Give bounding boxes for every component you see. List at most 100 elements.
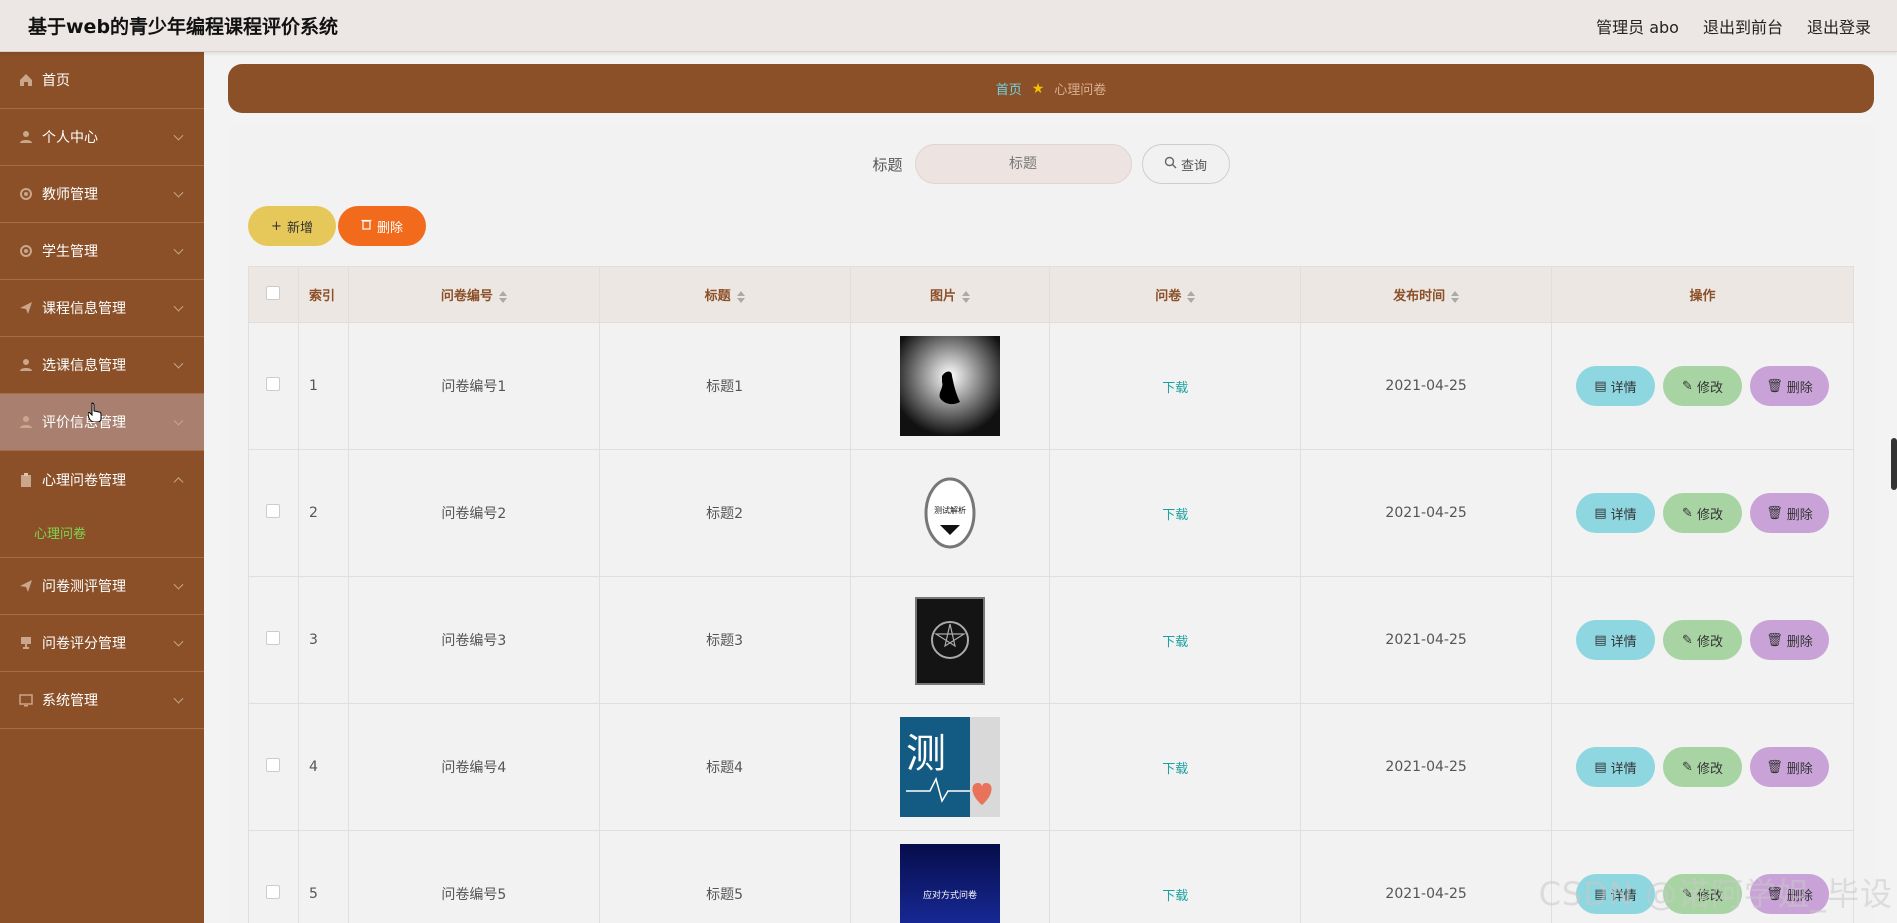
detail-label: 详情 bbox=[1610, 888, 1637, 904]
pencil-icon: ✎ bbox=[1682, 759, 1693, 775]
survey-image[interactable]: 测 bbox=[899, 717, 1000, 817]
col-image[interactable]: 图片 bbox=[849, 266, 1051, 323]
delete-button[interactable]: 🗑 删除 bbox=[1750, 747, 1829, 787]
sidebar-item-psych-survey[interactable]: 心理问卷管理 bbox=[0, 451, 204, 508]
pencil-icon: ✎ bbox=[1682, 378, 1693, 394]
row-checkbox[interactable] bbox=[266, 631, 281, 645]
search-icon bbox=[1164, 156, 1177, 173]
sidebar-item-home[interactable]: 首页 bbox=[0, 52, 204, 109]
sidebar-subitem-psych-survey[interactable]: 心理问卷 bbox=[0, 508, 204, 558]
user-icon bbox=[18, 129, 34, 145]
col-title[interactable]: 标题 bbox=[598, 266, 851, 323]
row-title: 标题2 bbox=[598, 449, 851, 577]
detail-button[interactable]: ▤ 详情 bbox=[1576, 747, 1655, 787]
edit-button[interactable]: ✎ 修改 bbox=[1663, 366, 1742, 406]
edit-button[interactable]: ✎ 修改 bbox=[1663, 874, 1742, 914]
sidebar-item-system[interactable]: 系统管理 bbox=[0, 672, 204, 729]
col-index: 索引 bbox=[297, 266, 349, 323]
chevron-down-icon bbox=[173, 301, 184, 312]
sidebar-item-survey-eval[interactable]: 问卷测评管理 bbox=[0, 558, 204, 615]
detail-button[interactable]: ▤ 详情 bbox=[1576, 620, 1655, 660]
chevron-down-icon bbox=[173, 636, 184, 647]
survey-image[interactable]: 应对方式问卷 bbox=[899, 844, 1000, 923]
detail-button[interactable]: ▤ 详情 bbox=[1576, 366, 1655, 406]
row-checkbox[interactable] bbox=[266, 504, 281, 518]
doc-icon: ▤ bbox=[1594, 378, 1607, 394]
row-title: 标题3 bbox=[598, 576, 851, 704]
sidebar-item-evaluations[interactable]: 评价信息管理 bbox=[0, 394, 204, 451]
sort-icon bbox=[961, 290, 970, 303]
add-button[interactable]: + 新增 bbox=[248, 206, 336, 246]
row-checkbox[interactable] bbox=[266, 377, 281, 391]
edit-button[interactable]: ✎ 修改 bbox=[1663, 493, 1742, 533]
sidebar-item-label: 选课信息管理 bbox=[42, 358, 126, 374]
sort-icon bbox=[498, 290, 507, 303]
sidebar-item-survey-score[interactable]: 问卷评分管理 bbox=[0, 615, 204, 672]
scrollbar-thumb[interactable] bbox=[1891, 438, 1897, 490]
logout-link[interactable]: 退出登录 bbox=[1807, 14, 1871, 38]
sidebar-item-enrollment[interactable]: 选课信息管理 bbox=[0, 337, 204, 394]
gear-icon bbox=[18, 243, 34, 259]
row-ops: ▤ 详情 ✎ 修改 🗑 删除 bbox=[1551, 703, 1854, 831]
search-input[interactable] bbox=[914, 144, 1132, 184]
image-caption: 测试解析 bbox=[933, 506, 966, 515]
row-checkbox[interactable] bbox=[266, 758, 281, 772]
detail-label: 详情 bbox=[1610, 761, 1637, 777]
chevron-down-icon bbox=[173, 579, 184, 590]
trash-icon: 🗑 bbox=[1766, 505, 1783, 521]
sidebar-item-label: 首页 bbox=[42, 73, 70, 89]
front-link[interactable]: 退出到前台 bbox=[1703, 14, 1783, 38]
download-link[interactable]: 下载 bbox=[1162, 635, 1188, 650]
search-button[interactable]: 查询 bbox=[1141, 144, 1230, 184]
col-survey[interactable]: 问卷 bbox=[1049, 266, 1302, 323]
survey-image[interactable] bbox=[899, 336, 1000, 436]
download-link[interactable]: 下载 bbox=[1162, 508, 1188, 523]
sidebar-item-students[interactable]: 学生管理 bbox=[0, 223, 204, 280]
detail-label: 详情 bbox=[1610, 380, 1637, 396]
edit-button[interactable]: ✎ 修改 bbox=[1663, 620, 1742, 660]
delete-button[interactable]: 🗑 删除 bbox=[1750, 874, 1829, 914]
col-time[interactable]: 发布时间 bbox=[1300, 266, 1552, 323]
app-title: 基于web的青少年编程课程评价系统 bbox=[28, 16, 339, 38]
edit-label: 修改 bbox=[1696, 380, 1723, 396]
delete-button[interactable]: 🗑 删除 bbox=[1750, 366, 1829, 406]
col-title-label: 标题 bbox=[704, 289, 731, 304]
detail-button[interactable]: ▤ 详情 bbox=[1576, 874, 1655, 914]
current-user[interactable]: 管理员 abo bbox=[1596, 14, 1679, 38]
col-code-label: 问卷编号 bbox=[440, 289, 493, 304]
bulk-delete-button[interactable]: 删除 bbox=[338, 206, 426, 246]
star-icon: ★ bbox=[1031, 80, 1045, 97]
row-ops: ▤ 详情 ✎ 修改 🗑 删除 bbox=[1551, 449, 1854, 577]
table-row: 2 问卷编号2 标题2 测试解析 下载 2021-04-25 ▤ 详情 ✎ 修改 🗑… bbox=[248, 449, 1854, 577]
row-code: 问卷编号5 bbox=[347, 830, 600, 923]
survey-image[interactable] bbox=[899, 590, 1000, 690]
delete-button[interactable]: 🗑 删除 bbox=[1750, 493, 1829, 533]
breadcrumb-home[interactable]: 首页 bbox=[996, 79, 1022, 98]
sidebar-item-courses[interactable]: 课程信息管理 bbox=[0, 280, 204, 337]
row-survey: 下载 bbox=[1049, 703, 1302, 831]
col-ops: 操作 bbox=[1551, 266, 1854, 323]
download-link[interactable]: 下载 bbox=[1162, 889, 1188, 904]
pencil-icon: ✎ bbox=[1682, 632, 1693, 648]
row-checkbox[interactable] bbox=[266, 885, 281, 899]
col-code[interactable]: 问卷编号 bbox=[347, 266, 600, 323]
download-link[interactable]: 下载 bbox=[1162, 381, 1188, 396]
row-time: 2021-04-25 bbox=[1300, 576, 1552, 704]
detail-label: 详情 bbox=[1610, 634, 1637, 650]
doc-icon: ▤ bbox=[1594, 886, 1607, 902]
breadcrumb: 首页 ★ 心理问卷 bbox=[228, 64, 1874, 113]
sidebar-item-teachers[interactable]: 教师管理 bbox=[0, 166, 204, 223]
delete-button[interactable]: 🗑 删除 bbox=[1750, 620, 1829, 660]
row-ops: ▤ 详情 ✎ 修改 🗑 删除 bbox=[1551, 576, 1854, 704]
select-all-checkbox[interactable] bbox=[266, 285, 281, 300]
image-caption: 测 bbox=[905, 731, 946, 777]
row-ops: ▤ 详情 ✎ 修改 🗑 删除 bbox=[1551, 830, 1854, 923]
breadcrumb-current: 心理问卷 bbox=[1054, 83, 1107, 98]
sidebar-item-label: 教师管理 bbox=[42, 187, 98, 203]
sidebar-item-profile[interactable]: 个人中心 bbox=[0, 109, 204, 166]
survey-image[interactable]: 测试解析 bbox=[899, 463, 1000, 563]
detail-button[interactable]: ▤ 详情 bbox=[1576, 493, 1655, 533]
download-link[interactable]: 下载 bbox=[1162, 762, 1188, 777]
table-row: 5 问卷编号5 标题5 应对方式问卷 下载 2021-04-25 ▤ 详情 ✎ 修改… bbox=[248, 830, 1854, 923]
edit-button[interactable]: ✎ 修改 bbox=[1663, 747, 1742, 787]
